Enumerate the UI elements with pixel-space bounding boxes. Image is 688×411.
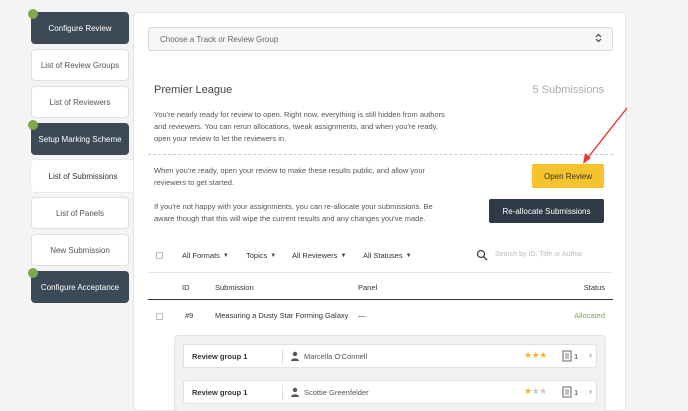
star-icon: ★ bbox=[524, 350, 532, 360]
updown-chevron-icon bbox=[595, 33, 602, 44]
intro-text: You're nearly ready for review to open. … bbox=[154, 110, 445, 143]
row-panel: — bbox=[358, 311, 366, 320]
filter-bar: All Formats ▼ Topics ▼ All Reviewers ▼ A… bbox=[148, 249, 613, 263]
open-review-button[interactable]: Open Review bbox=[532, 164, 604, 188]
topics-filter-label: Topics bbox=[246, 251, 268, 260]
divider bbox=[282, 349, 283, 364]
complete-dot-icon bbox=[28, 9, 38, 19]
league-title: Premier League bbox=[154, 84, 233, 96]
header-panel: Panel bbox=[358, 283, 378, 292]
row-id: #9 bbox=[185, 311, 194, 320]
sidebar-item-review-groups[interactable]: List of Review Groups bbox=[31, 49, 129, 81]
chevron-down-icon: ▼ bbox=[270, 252, 277, 259]
reviewer-name: Scottie Greenfelder bbox=[304, 388, 369, 397]
divider bbox=[148, 154, 613, 155]
main-panel: Choose a Track or Review Group Premier L… bbox=[133, 12, 626, 411]
sidebar-item-panels[interactable]: List of Panels bbox=[31, 197, 129, 229]
sidebar-item-reviewers[interactable]: List of Reviewers bbox=[31, 86, 129, 118]
document-count: 1 bbox=[574, 388, 579, 397]
document-icon bbox=[562, 350, 572, 362]
statuses-filter[interactable]: All Statuses ▼ bbox=[363, 251, 412, 260]
chevron-right-icon[interactable]: › bbox=[589, 350, 592, 360]
sidebar-item-label: List of Reviewers bbox=[49, 97, 111, 107]
select-all-checkbox[interactable] bbox=[156, 252, 163, 259]
statuses-filter-label: All Statuses bbox=[363, 251, 403, 260]
formats-filter[interactable]: All Formats ▼ bbox=[182, 251, 229, 260]
sidebar-item-label: Configure Review bbox=[48, 23, 112, 33]
reallocate-button[interactable]: Re-allocate Submissions bbox=[489, 199, 604, 223]
reallocate-text: If you're not happy with your assignment… bbox=[154, 202, 433, 223]
complete-dot-icon bbox=[28, 268, 38, 278]
status-badge: Allocated bbox=[574, 311, 605, 320]
sidebar-item-new-submission[interactable]: New Submission bbox=[31, 234, 129, 266]
divider bbox=[282, 385, 283, 400]
sidebar-item-label: List of Review Groups bbox=[40, 60, 120, 70]
sidebar-item-label: Configure Acceptance bbox=[40, 282, 120, 292]
track-select-value: Choose a Track or Review Group bbox=[160, 34, 279, 44]
sidebar-item-submissions[interactable]: List of Submissions bbox=[31, 160, 135, 192]
review-group-name: Review group 1 bbox=[192, 388, 248, 397]
sidebar-item-marking-scheme[interactable]: Setup Marking Scheme bbox=[28, 120, 129, 155]
sidebar-item-configure-review[interactable]: Configure Review bbox=[28, 9, 129, 44]
star-icon: ★ bbox=[539, 386, 547, 396]
formats-filter-label: All Formats bbox=[182, 251, 220, 260]
chevron-down-icon: ▼ bbox=[405, 252, 412, 259]
review-groups-list: Review group 1 Marcella O'Connell ★★★ 1 … bbox=[174, 335, 606, 411]
reviewers-filter[interactable]: All Reviewers ▼ bbox=[292, 251, 346, 260]
person-icon bbox=[291, 351, 299, 361]
topics-filter[interactable]: Topics ▼ bbox=[246, 251, 276, 260]
document-count: 1 bbox=[574, 352, 579, 361]
list-item[interactable]: Review group 1 Marcella O'Connell ★★★ 1 … bbox=[183, 344, 597, 368]
document-icon bbox=[562, 386, 572, 398]
star-icon: ★ bbox=[539, 350, 547, 360]
chevron-down-icon: ▼ bbox=[222, 252, 229, 259]
reviewer-name: Marcella O'Connell bbox=[304, 352, 368, 361]
submissions-count: 5 Submissions bbox=[532, 84, 604, 96]
search-icon[interactable] bbox=[476, 249, 488, 261]
row-checkbox[interactable] bbox=[156, 313, 163, 320]
sidebar-item-configure-acceptance[interactable]: Configure Acceptance bbox=[28, 268, 129, 303]
review-group-name: Review group 1 bbox=[192, 352, 248, 361]
search-input[interactable]: Search by ID, Title or Author bbox=[495, 251, 583, 258]
rating-stars: ★★★ bbox=[524, 350, 547, 361]
person-icon bbox=[291, 387, 299, 397]
reviewers-filter-label: All Reviewers bbox=[292, 251, 338, 260]
complete-dot-icon bbox=[28, 120, 38, 130]
table-header: ID Submission Panel Status bbox=[148, 272, 613, 300]
star-icon: ★ bbox=[524, 386, 532, 396]
row-title[interactable]: Measuring a Dusty Star Forming Galaxy bbox=[215, 311, 348, 320]
sidebar-item-label: List of Submissions bbox=[48, 171, 118, 181]
track-select[interactable]: Choose a Track or Review Group bbox=[148, 27, 613, 51]
chevron-right-icon[interactable]: › bbox=[589, 386, 592, 396]
header-submission: Submission bbox=[215, 283, 254, 292]
sidebar-item-label: Setup Marking Scheme bbox=[38, 134, 122, 144]
header-id: ID bbox=[182, 283, 190, 292]
rating-stars: ★★★ bbox=[524, 386, 547, 397]
sidebar-item-label: New Submission bbox=[50, 245, 110, 255]
table-row[interactable]: #9 Measuring a Dusty Star Forming Galaxy… bbox=[148, 301, 613, 331]
sidebar-item-label: List of Panels bbox=[55, 208, 105, 218]
open-review-text: When you're ready, open your review to m… bbox=[154, 166, 426, 187]
header-status: Status bbox=[583, 283, 605, 292]
list-item[interactable]: Review group 1 Scottie Greenfelder ★★★ 1… bbox=[183, 380, 597, 404]
chevron-down-icon: ▼ bbox=[340, 252, 347, 259]
sidebar: Configure Review List of Review Groups L… bbox=[28, 9, 135, 308]
